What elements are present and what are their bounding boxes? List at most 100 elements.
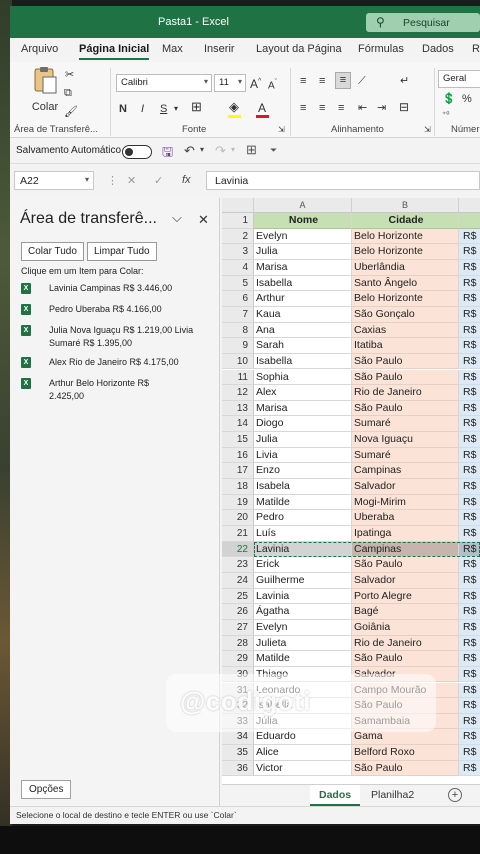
fill-color-icon[interactable]: ◈ [229,100,239,114]
align-center-icon[interactable]: ≡ [319,101,325,115]
bold-button[interactable]: N [119,102,127,116]
cell-valor[interactable]: R$ [459,557,480,573]
cell-nome[interactable]: Isabella [254,275,352,292]
cell-nome[interactable]: Alice [254,745,352,761]
redo-icon[interactable]: ↷ [215,143,226,159]
cell-valor[interactable]: R$ [459,635,480,652]
cell-nome[interactable]: Matilde [254,494,352,511]
row-number[interactable]: 26 [222,604,254,620]
undo-icon[interactable]: ↶ [184,143,195,159]
cell-nome[interactable]: Enzo [254,463,352,480]
cell-cidade[interactable]: Campinas [352,541,459,558]
cell-cidade[interactable]: Salvador [352,572,459,589]
cell-valor[interactable]: R$ [459,604,480,620]
select-all-corner[interactable] [222,198,254,213]
cell-valor[interactable]: R$ [459,353,480,370]
cell-nome[interactable]: Julia [254,244,352,260]
row-number[interactable]: 28 [222,635,254,652]
align-middle-icon[interactable]: ≡ [319,74,325,88]
cell-valor[interactable]: R$ [459,729,480,746]
cell-nome[interactable]: Sophia [254,369,352,386]
cell-nome[interactable]: Julieta [254,635,352,652]
tab-pagina-inicial[interactable]: Página Inicial [79,43,150,60]
cell-valor[interactable]: R$ [459,463,480,480]
name-box[interactable]: A22 ▾ [14,171,94,190]
cell-valor[interactable]: R$ [459,682,480,699]
row-number[interactable]: 8 [222,322,254,339]
row-number[interactable]: 20 [222,510,254,526]
customize-qat-icon[interactable]: ⏷ [270,145,277,156]
row-number[interactable]: 17 [222,463,254,480]
cell-valor[interactable]: R$ [459,432,480,448]
cell-nome[interactable]: Ágatha [254,604,352,620]
align-bottom-icon[interactable]: ≡ [335,72,351,89]
cell-nome[interactable]: Arthur [254,291,352,307]
cell-valor[interactable]: R$ [459,494,480,511]
increase-indent-icon[interactable]: ⇥ [377,101,386,115]
alignment-dialog-launcher-icon[interactable]: ⇲ [424,123,431,137]
cell-nome[interactable]: Evelyn [254,228,352,245]
row-number[interactable]: 13 [222,400,254,417]
cell-cidade[interactable]: Belo Horizonte [352,228,459,245]
decrease-indent-icon[interactable]: ⇤ [358,101,367,115]
column-header-b[interactable]: B [352,198,459,213]
font-dialog-launcher-icon[interactable]: ⇲ [278,123,285,137]
row-number[interactable]: 35 [222,745,254,761]
formula-input[interactable]: Lavinia [206,171,480,190]
cell-valor[interactable]: R$ [459,713,480,730]
cell-nome[interactable]: Matilde [254,651,352,667]
cell-valor[interactable]: R$ [459,416,480,433]
cell-cidade[interactable]: Salvador [352,479,459,495]
cell-nome[interactable]: Marisa [254,259,352,276]
cell-valor[interactable]: R$ [459,322,480,339]
cell-nome[interactable]: Lavinia [254,541,352,558]
cell-nome[interactable]: Alex [254,385,352,401]
cell-nome[interactable]: Guilherme [254,572,352,589]
row-number[interactable]: 2 [222,228,254,245]
cell-valor[interactable]: R$ [459,572,480,589]
align-right-icon[interactable]: ≡ [338,101,344,115]
cell-cidade[interactable]: Goiânia [352,619,459,636]
cell-valor[interactable]: R$ [459,259,480,276]
row-number[interactable]: 9 [222,338,254,354]
cell-cidade[interactable]: Uberlândia [352,259,459,276]
cell-valor[interactable]: R$ [459,228,480,245]
cell-cidade[interactable]: Bagé [352,604,459,620]
row-number[interactable]: 21 [222,526,254,542]
cell-cidade[interactable]: Porto Alegre [352,588,459,605]
cell-cidade[interactable]: Sumaré [352,416,459,433]
cell-cidade[interactable]: Uberaba [352,510,459,526]
cell-nome[interactable]: Luís [254,526,352,542]
header-cell-nome[interactable]: Nome [254,213,352,229]
cell-valor[interactable]: R$ [459,698,480,714]
paste-button[interactable]: Colar [30,66,60,114]
borders-icon[interactable]: ⊞ [191,100,202,114]
autosave-toggle[interactable] [122,145,152,159]
cut-icon[interactable]: ✂ [65,68,74,82]
merge-center-icon[interactable]: ⊟ [399,100,409,114]
clipboard-item[interactable]: X Julia Nova Iguaçu R$ 1.219,00 Livia Su… [21,324,217,351]
cell-valor[interactable]: R$ [459,400,480,417]
tab-max[interactable]: Max [162,43,183,55]
row-number[interactable]: 7 [222,306,254,323]
cell-cidade[interactable]: São Paulo [352,557,459,573]
cell-cidade[interactable]: São Gonçalo [352,306,459,323]
row-number[interactable]: 25 [222,588,254,605]
cell-cidade[interactable]: São Paulo [352,369,459,386]
cell-nome[interactable]: Pedro [254,510,352,526]
row-number[interactable]: 16 [222,447,254,464]
cell-nome[interactable]: Kaua [254,306,352,323]
tab-layout-da-pagina[interactable]: Layout da Página [256,43,342,55]
clipboard-item[interactable]: X Lavinia Campinas R$ 3.446,00 [21,282,217,296]
cell-cidade[interactable]: Rio de Janeiro [352,635,459,652]
search-box[interactable]: ⚲ Pesquisar [366,13,480,32]
tab-dados[interactable]: Dados [422,43,454,55]
cell-nome[interactable]: Diogo [254,416,352,433]
row-number[interactable]: 22 [222,541,254,558]
row-number[interactable]: 3 [222,244,254,260]
row-number[interactable]: 24 [222,572,254,589]
cell-valor[interactable]: R$ [459,447,480,464]
cancel-icon[interactable]: ✕ [127,174,136,187]
cell-nome[interactable]: Marisa [254,400,352,417]
row-number[interactable]: 18 [222,479,254,495]
